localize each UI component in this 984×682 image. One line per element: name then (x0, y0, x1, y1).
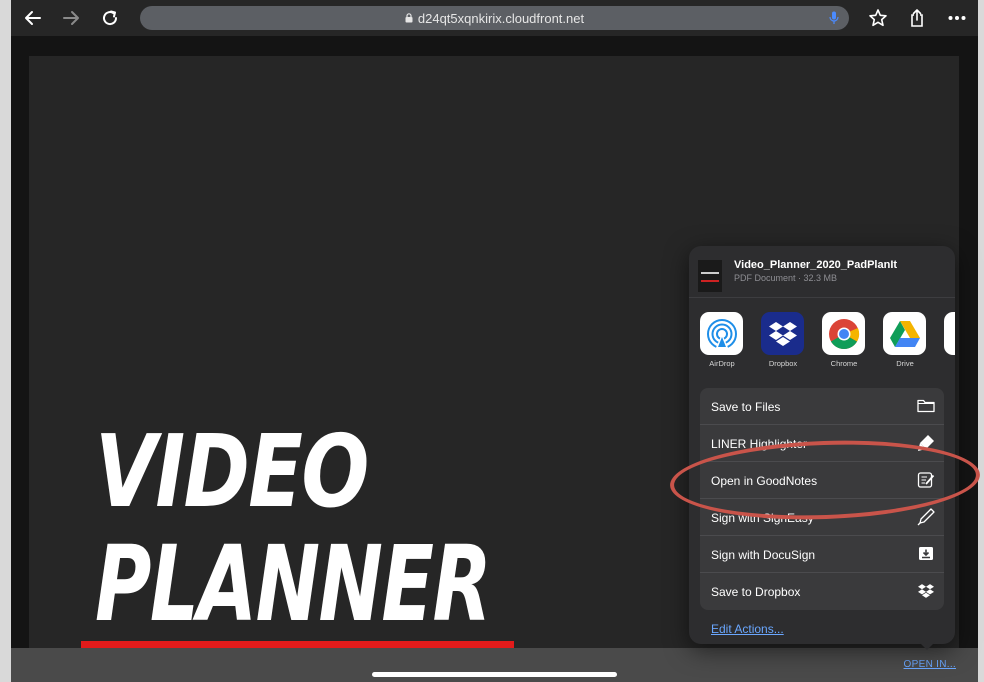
action-save-to-dropbox[interactable]: Save to Dropbox (700, 573, 944, 610)
folder-icon (917, 397, 935, 415)
goodnotes-icon (917, 471, 935, 489)
action-label: LINER Highlighter (711, 437, 808, 451)
lock-icon (405, 11, 413, 26)
google-drive-icon (883, 312, 926, 355)
open-in-link[interactable]: OPEN IN... (904, 659, 956, 670)
ellipsis-icon[interactable] (944, 5, 970, 31)
file-name: Video_Planner_2020_PadPlanIt (734, 259, 898, 271)
action-open-in-goodnotes[interactable]: Open in GoodNotes (700, 462, 944, 499)
action-label: Save to Files (711, 400, 781, 414)
file-thumbnail (698, 260, 722, 292)
share-icon[interactable] (904, 5, 930, 31)
app-row: AirDrop Dropbox Chrome Drive (700, 312, 955, 372)
popover-arrow (919, 642, 935, 650)
app-label: AirDrop (709, 359, 735, 368)
reload-icon[interactable] (97, 5, 123, 31)
app-label: Chrome (830, 359, 858, 368)
browser-toolbar: d24qt5xqnkirix.cloudfront.net (11, 0, 978, 36)
arrow-right-icon[interactable] (58, 5, 84, 31)
highlighter-icon (917, 434, 935, 452)
dropbox-icon (917, 582, 935, 600)
dropbox-icon (761, 312, 804, 355)
action-label: Save to Dropbox (711, 585, 801, 599)
document-title-line1: VIDEO (95, 413, 369, 530)
microphone-icon[interactable] (829, 11, 839, 28)
file-meta: PDF Document · 32.3 MB (734, 273, 838, 283)
app-chrome[interactable]: Chrome (822, 312, 866, 368)
app-drive[interactable]: Drive (883, 312, 927, 368)
chrome-icon (822, 312, 865, 355)
airdrop-icon (700, 312, 743, 355)
title-underline (81, 641, 514, 648)
arrow-left-icon[interactable] (20, 5, 46, 31)
star-icon[interactable] (865, 5, 891, 31)
document-title-line2: PLANNER (95, 523, 492, 645)
app-airdrop[interactable]: AirDrop (700, 312, 744, 368)
action-liner-highlighter[interactable]: LINER Highlighter (700, 425, 944, 462)
share-sheet: Video_Planner_2020_PadPlanIt PDF Documen… (689, 246, 955, 644)
address-bar[interactable]: d24qt5xqnkirix.cloudfront.net (140, 6, 849, 30)
action-list: Save to Files LINER Highlighter Open in … (700, 388, 944, 610)
app-label: Drive (896, 359, 914, 368)
app-label: Dropbox (768, 359, 798, 368)
edit-actions-link[interactable]: Edit Actions... (711, 622, 784, 636)
action-save-to-files[interactable]: Save to Files (700, 388, 944, 425)
partial-app-icon (944, 312, 955, 355)
home-indicator[interactable] (372, 672, 617, 677)
action-label: Open in GoodNotes (711, 474, 818, 488)
url-text: d24qt5xqnkirix.cloudfront.net (417, 10, 585, 26)
action-label: Sign with DocuSign (711, 548, 816, 562)
divider (689, 297, 955, 298)
action-label: Sign with SignEasy (711, 511, 814, 525)
action-sign-with-docusign[interactable]: Sign with DocuSign (700, 536, 944, 573)
bottom-bar: OPEN IN... (11, 648, 978, 682)
pen-nib-icon (917, 508, 935, 526)
action-sign-with-signeasy[interactable]: Sign with SignEasy (700, 499, 944, 536)
app-partial[interactable] (944, 312, 955, 355)
app-dropbox[interactable]: Dropbox (761, 312, 805, 368)
docusign-icon (917, 545, 935, 563)
